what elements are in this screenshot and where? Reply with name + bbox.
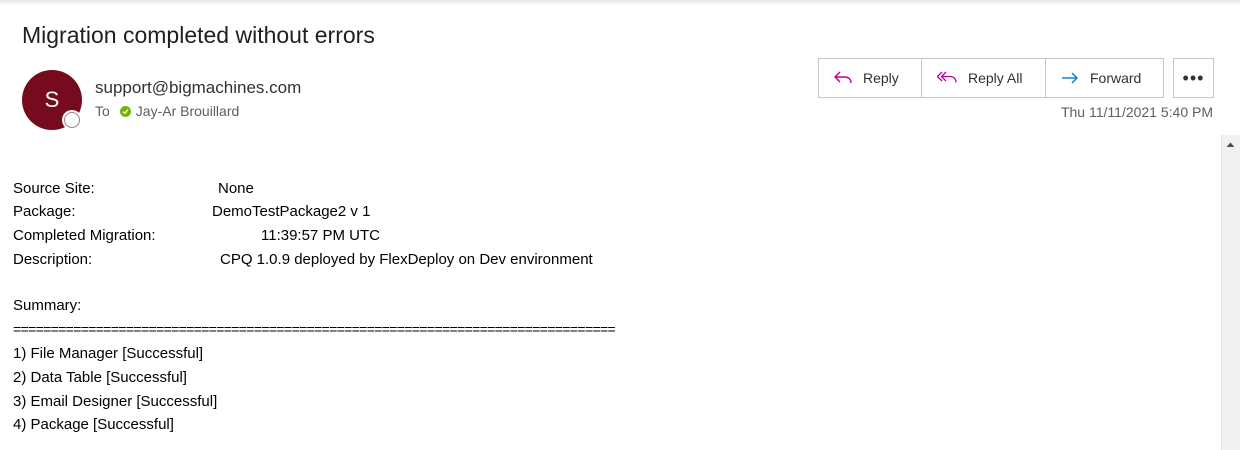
reply-all-label: Reply All [968, 70, 1023, 86]
email-subject: Migration completed without errors [22, 22, 375, 48]
summary-label: Summary: [13, 297, 82, 314]
reply-icon [834, 71, 852, 84]
sender-address[interactable]: support@bigmachines.com [95, 78, 301, 98]
field-label: Description: [13, 251, 93, 268]
summary-item: 2) Data Table [Successful] [13, 369, 187, 386]
message-actions: Reply Reply All Forward [818, 58, 1164, 98]
separator-line: ========================================… [13, 321, 616, 337]
to-label: To [95, 103, 110, 119]
field-value: DemoTestPackage2 v 1 [212, 203, 371, 220]
reply-button[interactable]: Reply [819, 59, 922, 97]
recipients-row: To Jay-Ar Brouillard [95, 103, 239, 119]
more-actions-button[interactable]: ••• [1173, 58, 1214, 98]
summary-item: 1) File Manager [Successful] [13, 345, 204, 362]
reply-all-icon [936, 71, 957, 83]
forward-label: Forward [1090, 70, 1142, 86]
forward-icon [1062, 72, 1078, 84]
scroll-up-arrow-icon[interactable] [1223, 137, 1238, 152]
received-date: Thu 11/11/2021 5:40 PM [1060, 104, 1213, 120]
avatar-initial: S [44, 87, 60, 112]
window-top-edge [0, 0, 1240, 6]
summary-item: 3) Email Designer [Successful] [13, 393, 218, 410]
field-value: CPQ 1.0.9 deployed by FlexDeploy on Dev … [220, 251, 593, 268]
vertical-scrollbar[interactable] [1221, 135, 1240, 450]
field-value: None [218, 180, 254, 197]
field-label: Completed Migration: [13, 227, 156, 244]
more-icon: ••• [1182, 67, 1205, 88]
summary-item: 4) Package [Successful] [13, 416, 174, 433]
forward-button[interactable]: Forward [1046, 59, 1163, 97]
presence-status-icon [64, 112, 80, 128]
available-status-icon [119, 105, 131, 117]
field-label: Package: [13, 203, 76, 220]
reply-all-button[interactable]: Reply All [922, 59, 1046, 97]
recipient-name[interactable]: Jay-Ar Brouillard [136, 103, 239, 119]
reply-label: Reply [863, 70, 899, 86]
field-value: 11:39:57 PM UTC [261, 227, 380, 244]
field-label: Source Site: [13, 180, 95, 197]
